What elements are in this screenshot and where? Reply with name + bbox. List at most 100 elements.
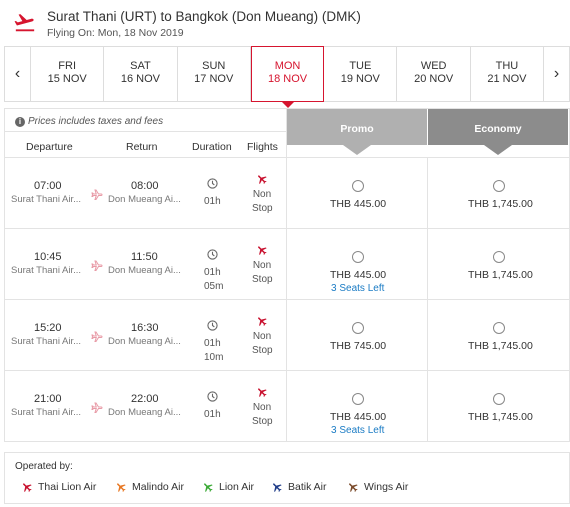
arrival-airport: Don Mueang Ai... [108, 265, 181, 276]
clock-icon [207, 178, 218, 189]
flight-row: 15:20 Surat Thani Air... 16:30 Don Mueang A… [5, 299, 569, 370]
chevron-right-icon: › [553, 65, 560, 82]
stops-text: Non [252, 189, 272, 200]
arrival-time: 08:00 [131, 180, 159, 192]
date-tab-weekday: WED [420, 60, 447, 72]
airline-legend-item: Lion Air [202, 481, 254, 493]
promo-fare-radio[interactable] [352, 180, 364, 192]
promo-fare-price: THB 445.00 [330, 198, 387, 210]
column-duration: Duration [192, 141, 232, 153]
date-tab-4[interactable]: TUE 19 NOV [324, 47, 398, 101]
airline-plane-icon [258, 246, 267, 255]
date-tab-weekday: SUN [202, 60, 226, 72]
date-tab-1[interactable]: SAT 16 NOV [104, 47, 178, 101]
airline-legend-item: Batik Air [271, 481, 327, 493]
arrival-airport: Don Mueang Ai... [108, 194, 181, 205]
column-return: Return [126, 141, 158, 153]
route-header: Surat Thani (URT) to Bangkok (Don Mueang… [0, 0, 570, 46]
route-title: Surat Thani (URT) to Bangkok (Don Mueang… [47, 9, 361, 24]
arrival-time: 22:00 [131, 393, 159, 405]
promo-fare-radio[interactable] [352, 393, 364, 405]
promo-fare-radio[interactable] [352, 251, 364, 263]
economy-fare-price: THB 1,745.00 [468, 411, 533, 423]
flight-path-icon [91, 260, 103, 271]
promo-fare-radio[interactable] [352, 322, 364, 334]
departure-airport: Surat Thani Air... [11, 194, 82, 205]
date-selector: ‹ › FRI 15 NOV SAT 16 NOV SUN 17 NOV MON 18 NOV… [4, 46, 570, 108]
stops-text: Stop [252, 345, 273, 356]
stops-text: Stop [252, 274, 273, 285]
date-tab-6[interactable]: THU 21 NOV [471, 47, 545, 101]
airline-name: Malindo Air [132, 481, 184, 493]
date-tab-5[interactable]: WED 20 NOV [398, 47, 471, 101]
economy-fare-radio[interactable] [493, 251, 505, 263]
departure-time: 21:00 [34, 393, 62, 405]
date-tab-weekday: SAT [130, 60, 151, 72]
flight-results-table: i Prices includes taxes and fees Departur… [4, 108, 570, 442]
stops-text: Non [252, 260, 272, 271]
operated-by-legend: Operated by: Thai Lion Air Malindo Air Lio… [4, 452, 570, 504]
economy-fare-price: THB 1,745.00 [468, 340, 533, 352]
operated-by-label: Operated by: [15, 461, 73, 472]
plane-icon [347, 481, 364, 493]
airline-legend-item: Thai Lion Air [21, 481, 96, 493]
plane-icon [115, 481, 132, 493]
date-tab-date: 16 NOV [120, 73, 161, 85]
airline-legend-item: Malindo Air [115, 481, 184, 493]
economy-fare-radio[interactable] [493, 322, 505, 334]
date-tab-date: 21 NOV [487, 73, 527, 85]
flight-duration: 05m [204, 281, 224, 292]
departure-airport: Surat Thani Air... [11, 336, 82, 347]
flight-duration: 01h [204, 409, 221, 420]
arrival-airport: Don Mueang Ai... [108, 336, 181, 347]
plane-icon [202, 481, 219, 493]
departure-time: 07:00 [34, 180, 62, 192]
date-tab-weekday: TUE [349, 60, 372, 72]
flight-row: 07:00 Surat Thani Air... 08:00 Don Mueang A… [5, 157, 569, 228]
promo-fare-price: THB 445.00 [330, 411, 387, 423]
flight-path-icon [91, 331, 103, 342]
fare-header-notch [287, 145, 427, 157]
stops-text: Non [252, 331, 272, 342]
date-tab-weekday: FRI [58, 60, 77, 72]
economy-fare-radio[interactable] [493, 180, 505, 192]
airline-plane-icon [258, 388, 267, 397]
airline-plane-icon [258, 175, 267, 184]
seats-left-text: 3 Seats Left [331, 425, 385, 436]
fare-header-notch [428, 145, 568, 157]
date-tab-0[interactable]: FRI 15 NOV [31, 47, 105, 101]
info-icon: i [15, 117, 25, 127]
arrival-time: 11:50 [131, 251, 158, 263]
departure-time: 15:20 [34, 322, 62, 334]
date-tab-2[interactable]: SUN 17 NOV [178, 47, 251, 101]
airline-name: Wings Air [364, 481, 409, 493]
flight-duration: 01h [204, 267, 221, 278]
departure-time: 10:45 [34, 251, 62, 263]
clock-icon [207, 391, 218, 402]
airline-name: Thai Lion Air [38, 481, 97, 493]
next-dates-button[interactable]: › [543, 47, 569, 101]
fare-header-promo[interactable]: Promo [287, 109, 427, 157]
airline-plane-icon [258, 317, 267, 326]
clock-icon [207, 249, 218, 260]
flight-path-icon [91, 402, 103, 413]
economy-fare-radio[interactable] [493, 393, 505, 405]
fare-header-economy[interactable]: Economy [428, 109, 568, 157]
stops-text: Non [252, 402, 272, 413]
plane-icon [271, 481, 288, 493]
stops-text: Stop [252, 416, 273, 427]
flight-duration: 10m [204, 352, 224, 363]
prev-dates-button[interactable]: ‹ [5, 47, 31, 101]
airline-name: Batik Air [288, 481, 327, 493]
date-tab-weekday: MON [274, 60, 301, 72]
chevron-left-icon: ‹ [14, 65, 21, 82]
date-tab-weekday: THU [495, 60, 519, 72]
price-note-text: Prices includes taxes and fees [28, 116, 164, 127]
departure-airport: Surat Thani Air... [11, 407, 82, 418]
stops-text: Stop [252, 203, 273, 214]
price-note: i Prices includes taxes and fees [15, 116, 163, 127]
flight-row: 21:00 Surat Thani Air... 22:00 Don Mueang A… [5, 370, 569, 441]
promo-fare-price: THB 745.00 [330, 340, 387, 352]
date-tab-3[interactable]: MON 18 NOV [250, 46, 325, 108]
date-tab-date: 18 NOV [267, 73, 308, 85]
